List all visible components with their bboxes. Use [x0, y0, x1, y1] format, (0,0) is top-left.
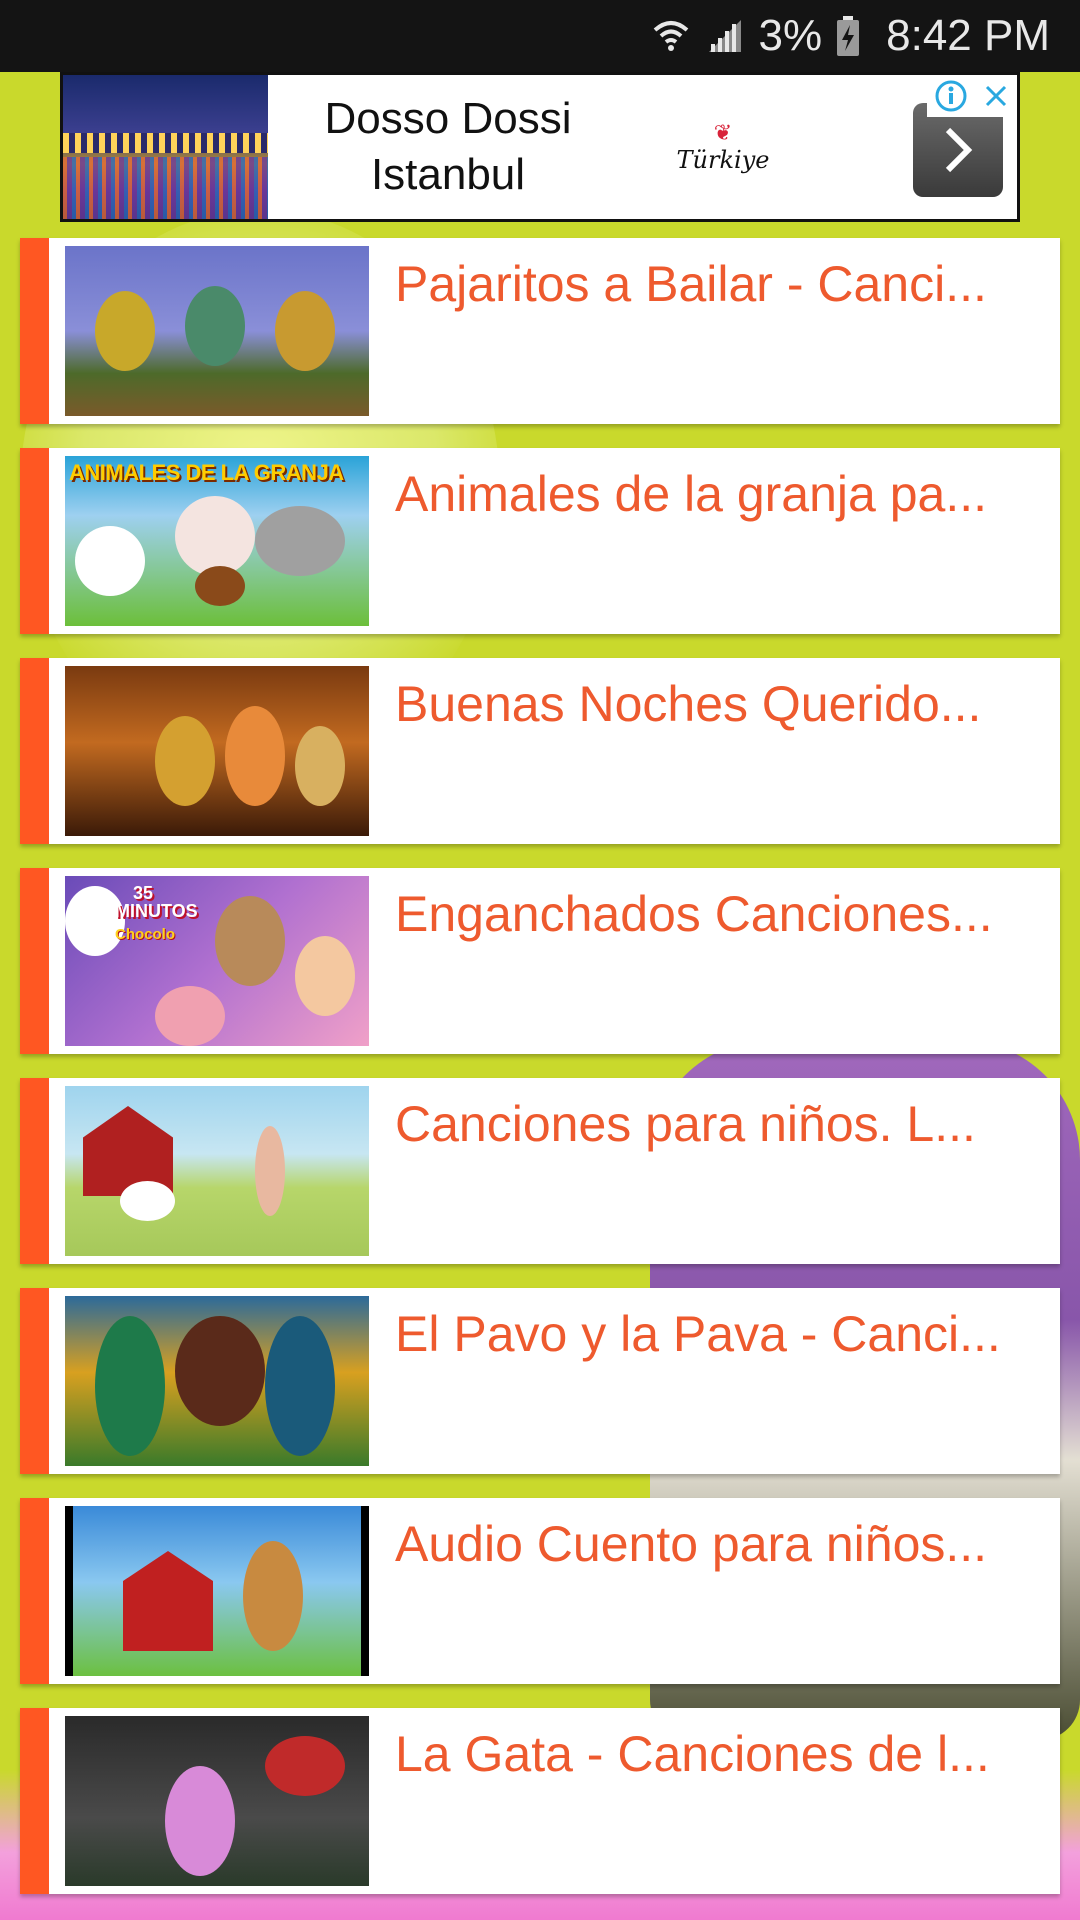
- list-item[interactable]: Audio Cuento para niños...: [20, 1498, 1060, 1684]
- card-accent-bar: [20, 448, 49, 634]
- ad-open-button[interactable]: [913, 103, 1003, 197]
- video-thumbnail[interactable]: [65, 1296, 369, 1466]
- thumbnail-badge: 35 MINUTOS Chocolo: [115, 883, 198, 943]
- list-item[interactable]: El Pavo y la Pava - Canci...: [20, 1288, 1060, 1474]
- battery-percent: 3%: [758, 11, 823, 60]
- ad-banner[interactable]: Dosso Dossi Istanbul ❦ Türkiye: [60, 72, 1020, 222]
- status-time: 8:42 PM: [886, 11, 1050, 60]
- video-thumbnail[interactable]: [65, 246, 369, 416]
- list-item[interactable]: 35 MINUTOS Chocolo Enganchados Canciones…: [20, 868, 1060, 1054]
- ad-choices[interactable]: [927, 75, 1017, 117]
- card-accent-bar: [20, 868, 49, 1054]
- video-thumbnail[interactable]: [65, 666, 369, 836]
- video-thumbnail[interactable]: [65, 1086, 369, 1256]
- video-title[interactable]: Animales de la granja pa...: [395, 458, 1035, 634]
- ad-title[interactable]: Dosso Dossi Istanbul: [268, 91, 628, 203]
- card-accent-bar: [20, 658, 49, 844]
- status-bar: 3% 8:42 PM: [0, 0, 1080, 72]
- wifi-icon: [651, 16, 691, 56]
- ad-city-image[interactable]: [63, 75, 268, 219]
- list-item[interactable]: La Gata - Canciones de l...: [20, 1708, 1060, 1894]
- video-title[interactable]: La Gata - Canciones de l...: [395, 1718, 1035, 1894]
- list-item[interactable]: Canciones para niños. L...: [20, 1078, 1060, 1264]
- list-item[interactable]: Pajaritos a Bailar - Canci...: [20, 238, 1060, 424]
- video-title[interactable]: El Pavo y la Pava - Canci...: [395, 1298, 1035, 1474]
- ad-logo-text: Türkiye: [676, 145, 770, 174]
- card-accent-bar: [20, 1078, 49, 1264]
- info-icon[interactable]: [935, 80, 967, 112]
- video-title[interactable]: Buenas Noches Querido...: [395, 668, 1035, 844]
- list-item[interactable]: ANIMALES DE LA GRANJA Animales de la gra…: [20, 448, 1060, 634]
- video-thumbnail[interactable]: 35 MINUTOS Chocolo: [65, 876, 369, 1046]
- ad-logo: ❦ Türkiye: [648, 121, 798, 174]
- list-item[interactable]: Buenas Noches Querido...: [20, 658, 1060, 844]
- video-list: Pajaritos a Bailar - Canci... ANIMALES D…: [20, 238, 1060, 1894]
- cell-signal-icon: [705, 16, 745, 56]
- video-thumbnail[interactable]: [65, 1506, 369, 1676]
- video-thumbnail[interactable]: ANIMALES DE LA GRANJA: [65, 456, 369, 626]
- video-title[interactable]: Audio Cuento para niños...: [395, 1508, 1035, 1684]
- video-thumbnail[interactable]: [65, 1716, 369, 1886]
- tulip-icon: ❦: [713, 120, 733, 146]
- card-accent-bar: [20, 1498, 49, 1684]
- card-accent-bar: [20, 1708, 49, 1894]
- chevron-right-icon: [945, 127, 973, 173]
- thumbnail-caption: ANIMALES DE LA GRANJA: [69, 460, 344, 485]
- video-title[interactable]: Canciones para niños. L...: [395, 1088, 1035, 1264]
- video-title[interactable]: Enganchados Canciones...: [395, 878, 1035, 1054]
- card-accent-bar: [20, 238, 49, 424]
- close-icon[interactable]: [982, 82, 1010, 110]
- video-title[interactable]: Pajaritos a Bailar - Canci...: [395, 248, 1035, 424]
- battery-charging-icon: [836, 15, 860, 57]
- card-accent-bar: [20, 1288, 49, 1474]
